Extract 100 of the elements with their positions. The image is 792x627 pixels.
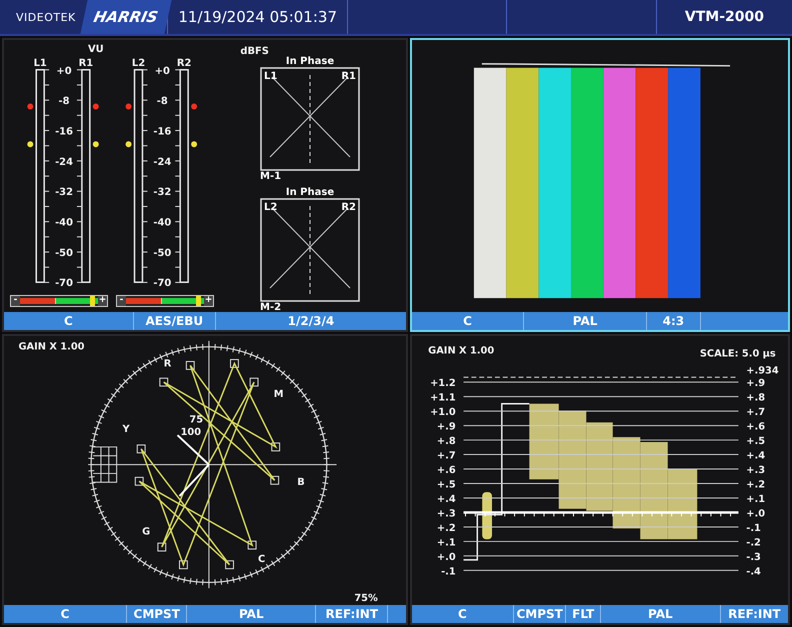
axis-label: +1.1	[430, 392, 456, 404]
channel-label: L1	[264, 71, 278, 82]
axis-label: +.8	[746, 392, 766, 404]
target-label: C	[258, 554, 266, 565]
axis-label: +.2	[746, 479, 766, 490]
axis-label: +.6	[746, 422, 766, 432]
status-field: C	[4, 605, 126, 623]
peak-marker	[191, 104, 198, 110]
ring-label: 100	[180, 427, 202, 438]
peak-marker	[126, 141, 132, 148]
date-time: 11/19/2024 05:01:37	[167, 0, 347, 34]
channel-label: R1	[341, 71, 356, 82]
status-field: 4:3	[646, 312, 700, 330]
axis-label: -.1	[441, 566, 456, 578]
axis-label: +.7	[436, 450, 456, 462]
target-label: M	[274, 388, 284, 400]
peak-marker	[92, 104, 99, 110]
minus-sign: -	[117, 296, 126, 306]
peak-marker	[92, 141, 99, 148]
axis-label: -.1	[746, 522, 761, 534]
scale-label: -16	[55, 126, 73, 138]
target-label: B	[297, 477, 305, 488]
scale-label: -50	[55, 248, 73, 259]
status-field: REF:INT	[315, 605, 388, 623]
target-label: G	[142, 526, 150, 538]
status-field: PAL	[186, 605, 316, 623]
scale-label: -50	[153, 248, 172, 259]
axis-label: -.3	[746, 552, 761, 563]
logo: HARRIS	[80, 0, 171, 34]
scale-label: -70	[153, 278, 172, 290]
gain-label: GAIN X 1.00	[18, 342, 84, 353]
scale-label: -8	[156, 96, 168, 108]
scale-label: -24	[153, 156, 172, 168]
axis-label: +.1	[746, 494, 766, 505]
plus-sign: +	[204, 296, 213, 306]
status-field: REF:INT	[720, 605, 788, 623]
status-field: AES/EBU	[132, 312, 215, 330]
scale-label: +0	[56, 66, 72, 77]
peak-marker	[27, 104, 34, 110]
minus-sign: -	[11, 296, 20, 306]
scale-label: -70	[55, 278, 73, 290]
gain-label: GAIN X 1.00	[428, 346, 494, 357]
vu-title: VU	[88, 44, 104, 55]
axis-label: +.1	[436, 537, 456, 548]
display-panel[interactable]: GAIN X 1.00 SCALE: 5.0 µs +.934 +1.2 +1.1 +1.0 +.9 +.8 +.7 +.6 +.5 +.4 +.3 +.2 +.1 +.0 -.1 +.9 +.8 +.7 +.6 +.5 +.4 +.3 +.2 +.1 +.0 -.1 -.2 -.3 -.4 C CMPST FLT PAL REF:INT	[410, 334, 790, 625]
scope-label: M-1	[260, 171, 282, 182]
percent-label: 75%	[354, 593, 378, 604]
peak-marker	[126, 104, 132, 110]
axis-label: +.3	[746, 464, 766, 476]
channel-label: R2	[341, 202, 356, 213]
scope-label: M-2	[260, 302, 282, 313]
axis-label: +.0	[436, 552, 456, 563]
status-field: PAL	[600, 605, 720, 623]
target-label: Y	[122, 424, 130, 436]
dbfs-title: dBFS	[240, 46, 269, 57]
scale-label: -32	[55, 187, 73, 198]
ring-label: 75	[189, 414, 204, 426]
scale-label: -40	[153, 217, 172, 228]
axis-label: +.9	[436, 422, 456, 432]
axis-label: +.5	[436, 479, 456, 490]
status-field: PAL	[523, 312, 646, 330]
peak-marker	[27, 141, 34, 148]
status-field: C	[4, 312, 133, 330]
phase-title: In Phase	[286, 56, 334, 67]
scale-label: -8	[58, 96, 70, 108]
peak-marker	[191, 141, 198, 148]
display-panel[interactable]: C PAL 4:3	[410, 38, 790, 332]
axis-label: +.4	[746, 450, 766, 462]
channel-label: L1	[34, 58, 47, 69]
axis-label: -.4	[746, 566, 761, 578]
plus-sign: +	[98, 296, 107, 306]
status-field: CMPST	[126, 605, 186, 623]
scale-label: SCALE: 5.0 µs	[700, 348, 776, 360]
axis-label: +.934	[746, 365, 779, 376]
display-panel[interactable]: VU dBFS L1 R1 +0 -8 -16 -24 -32 -40 -50 -70 L2 R2 +0 -8 -16 -24 -32 -40 -50 -70 - + - + In Phase L1 R1 M-1 In Phase L2 R2 M-2 C AES/EBU 1/2/3/4	[2, 38, 408, 332]
channel-label: L2	[264, 202, 278, 213]
brand-logo: VIDEOTEK	[15, 10, 77, 26]
axis-label: +.4	[436, 494, 456, 505]
status-field: CMPST	[512, 605, 566, 623]
channel-label: R2	[176, 58, 192, 69]
status-field: C	[412, 312, 524, 330]
status-field: C	[412, 605, 513, 623]
axis-label: +.3	[436, 508, 456, 520]
axis-label: +1.0	[430, 407, 456, 418]
scale-label: -32	[153, 187, 172, 198]
axis-label: +.5	[746, 436, 766, 447]
axis-label: +1.2	[430, 378, 456, 390]
channel-label: R1	[78, 58, 94, 69]
axis-label: +.2	[436, 522, 456, 534]
target-label: R	[164, 358, 172, 370]
axis-label: -.2	[746, 537, 761, 548]
scale-label: -40	[55, 217, 73, 228]
axis-label: +.9	[746, 378, 766, 390]
scale-label: -16	[153, 126, 172, 138]
axis-label: +.8	[436, 436, 456, 447]
axis-label: +.0	[746, 508, 766, 520]
scale-label: -24	[55, 156, 73, 168]
scale-label: +0	[154, 66, 170, 77]
channel-label: L2	[132, 58, 146, 69]
display-panel[interactable]: GAIN X 1.00 R M Y B G C 75 100 75% C CMPST PAL REF:INT	[2, 334, 408, 625]
